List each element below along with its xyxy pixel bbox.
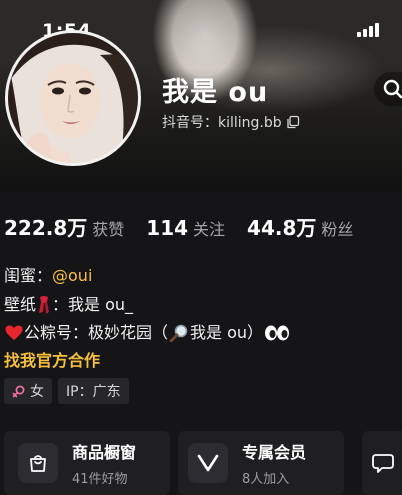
- search-icon: [383, 79, 402, 99]
- bio-line-3: 公粽号：极妙花园（ 我是 ou）: [4, 319, 291, 348]
- scarf-emoji-icon: [39, 295, 50, 314]
- business-contact-link[interactable]: 找我官方合作: [4, 347, 100, 371]
- signal-icon: [357, 23, 379, 37]
- douyin-id-text: 抖音号：killing.bb: [162, 115, 282, 131]
- stat-likes: 222.8 万 获赞: [4, 212, 124, 241]
- bio-line-1-prefix: 闺蜜：: [4, 266, 53, 285]
- search-button[interactable]: [374, 72, 402, 106]
- shop-bag-icon: [18, 443, 58, 483]
- magnifier-icon: [169, 324, 188, 343]
- bio-line-3-end: 我是 ou）: [190, 323, 264, 342]
- red-heart-icon: [5, 325, 23, 341]
- stat-followers[interactable]: 44.8 万 粉丝: [247, 212, 353, 241]
- ip-location-tag: IP：广东: [58, 378, 129, 404]
- shop-window-card[interactable]: 商品橱窗 41件好物: [4, 431, 170, 495]
- bio-line-2-text: ：我是 ou_: [52, 294, 134, 314]
- membership-text: 专属会员 8人加入: [242, 439, 306, 487]
- stat-likes-unit: 万: [67, 216, 88, 240]
- stat-following-label: 关注: [193, 220, 226, 239]
- stat-followers-label: 粉丝: [321, 220, 354, 239]
- membership-subtitle: 8人加入: [242, 472, 290, 487]
- profile-feature-cards: 商品橱窗 41件好物 专属会员 8人加入: [0, 431, 402, 495]
- vip-v-icon: [188, 443, 228, 483]
- bio-line-1: 闺蜜： @oui: [4, 262, 291, 291]
- eyes-emoji-icon: [265, 325, 290, 341]
- copy-icon[interactable]: [286, 115, 300, 129]
- bio-line-2: 壁纸 ：我是 ou_: [4, 291, 291, 320]
- profile-name: 我是 ou: [162, 77, 269, 108]
- profile-tags: 女 IP：广东: [4, 378, 129, 404]
- gender-tag-text: 女: [30, 384, 44, 400]
- stat-followers-number: 44.8: [247, 216, 297, 240]
- stat-likes-label: 获赞: [92, 220, 125, 239]
- douyin-id[interactable]: 抖音号：killing.bb: [162, 112, 300, 132]
- shop-window-subtitle: 41件好物: [72, 472, 128, 487]
- stat-following[interactable]: 114 关注: [146, 216, 225, 240]
- stat-likes-number: 222.8: [4, 216, 68, 240]
- avatar-portrait: [8, 33, 138, 163]
- shop-window-text: 商品橱窗 41件好物: [72, 439, 136, 487]
- membership-title: 专属会员: [242, 443, 307, 462]
- stat-followers-unit: 万: [296, 216, 317, 240]
- bio-mention-link[interactable]: @oui: [52, 262, 92, 291]
- gender-tag: 女: [4, 378, 52, 404]
- profile-bio: 闺蜜： @oui 壁纸 ：我是 ou_ 公粽号：极妙花园（ 我是 ou）: [4, 262, 291, 348]
- group-chat-card[interactable]: [362, 431, 402, 495]
- female-icon: [12, 385, 25, 397]
- stat-following-number: 114: [146, 216, 189, 240]
- bio-line-2-prefix: 壁纸: [4, 294, 37, 314]
- ip-location-text: IP：广东: [66, 384, 121, 400]
- membership-card[interactable]: 专属会员 8人加入: [178, 431, 344, 495]
- shop-window-title: 商品橱窗: [72, 443, 137, 462]
- avatar[interactable]: [5, 30, 141, 166]
- profile-stats: 222.8 万 获赞 114 关注 44.8 万 粉丝: [4, 212, 375, 241]
- bio-line-3-text: 公粽号：极妙花园（: [24, 323, 169, 342]
- chat-bubble-icon: [372, 454, 394, 473]
